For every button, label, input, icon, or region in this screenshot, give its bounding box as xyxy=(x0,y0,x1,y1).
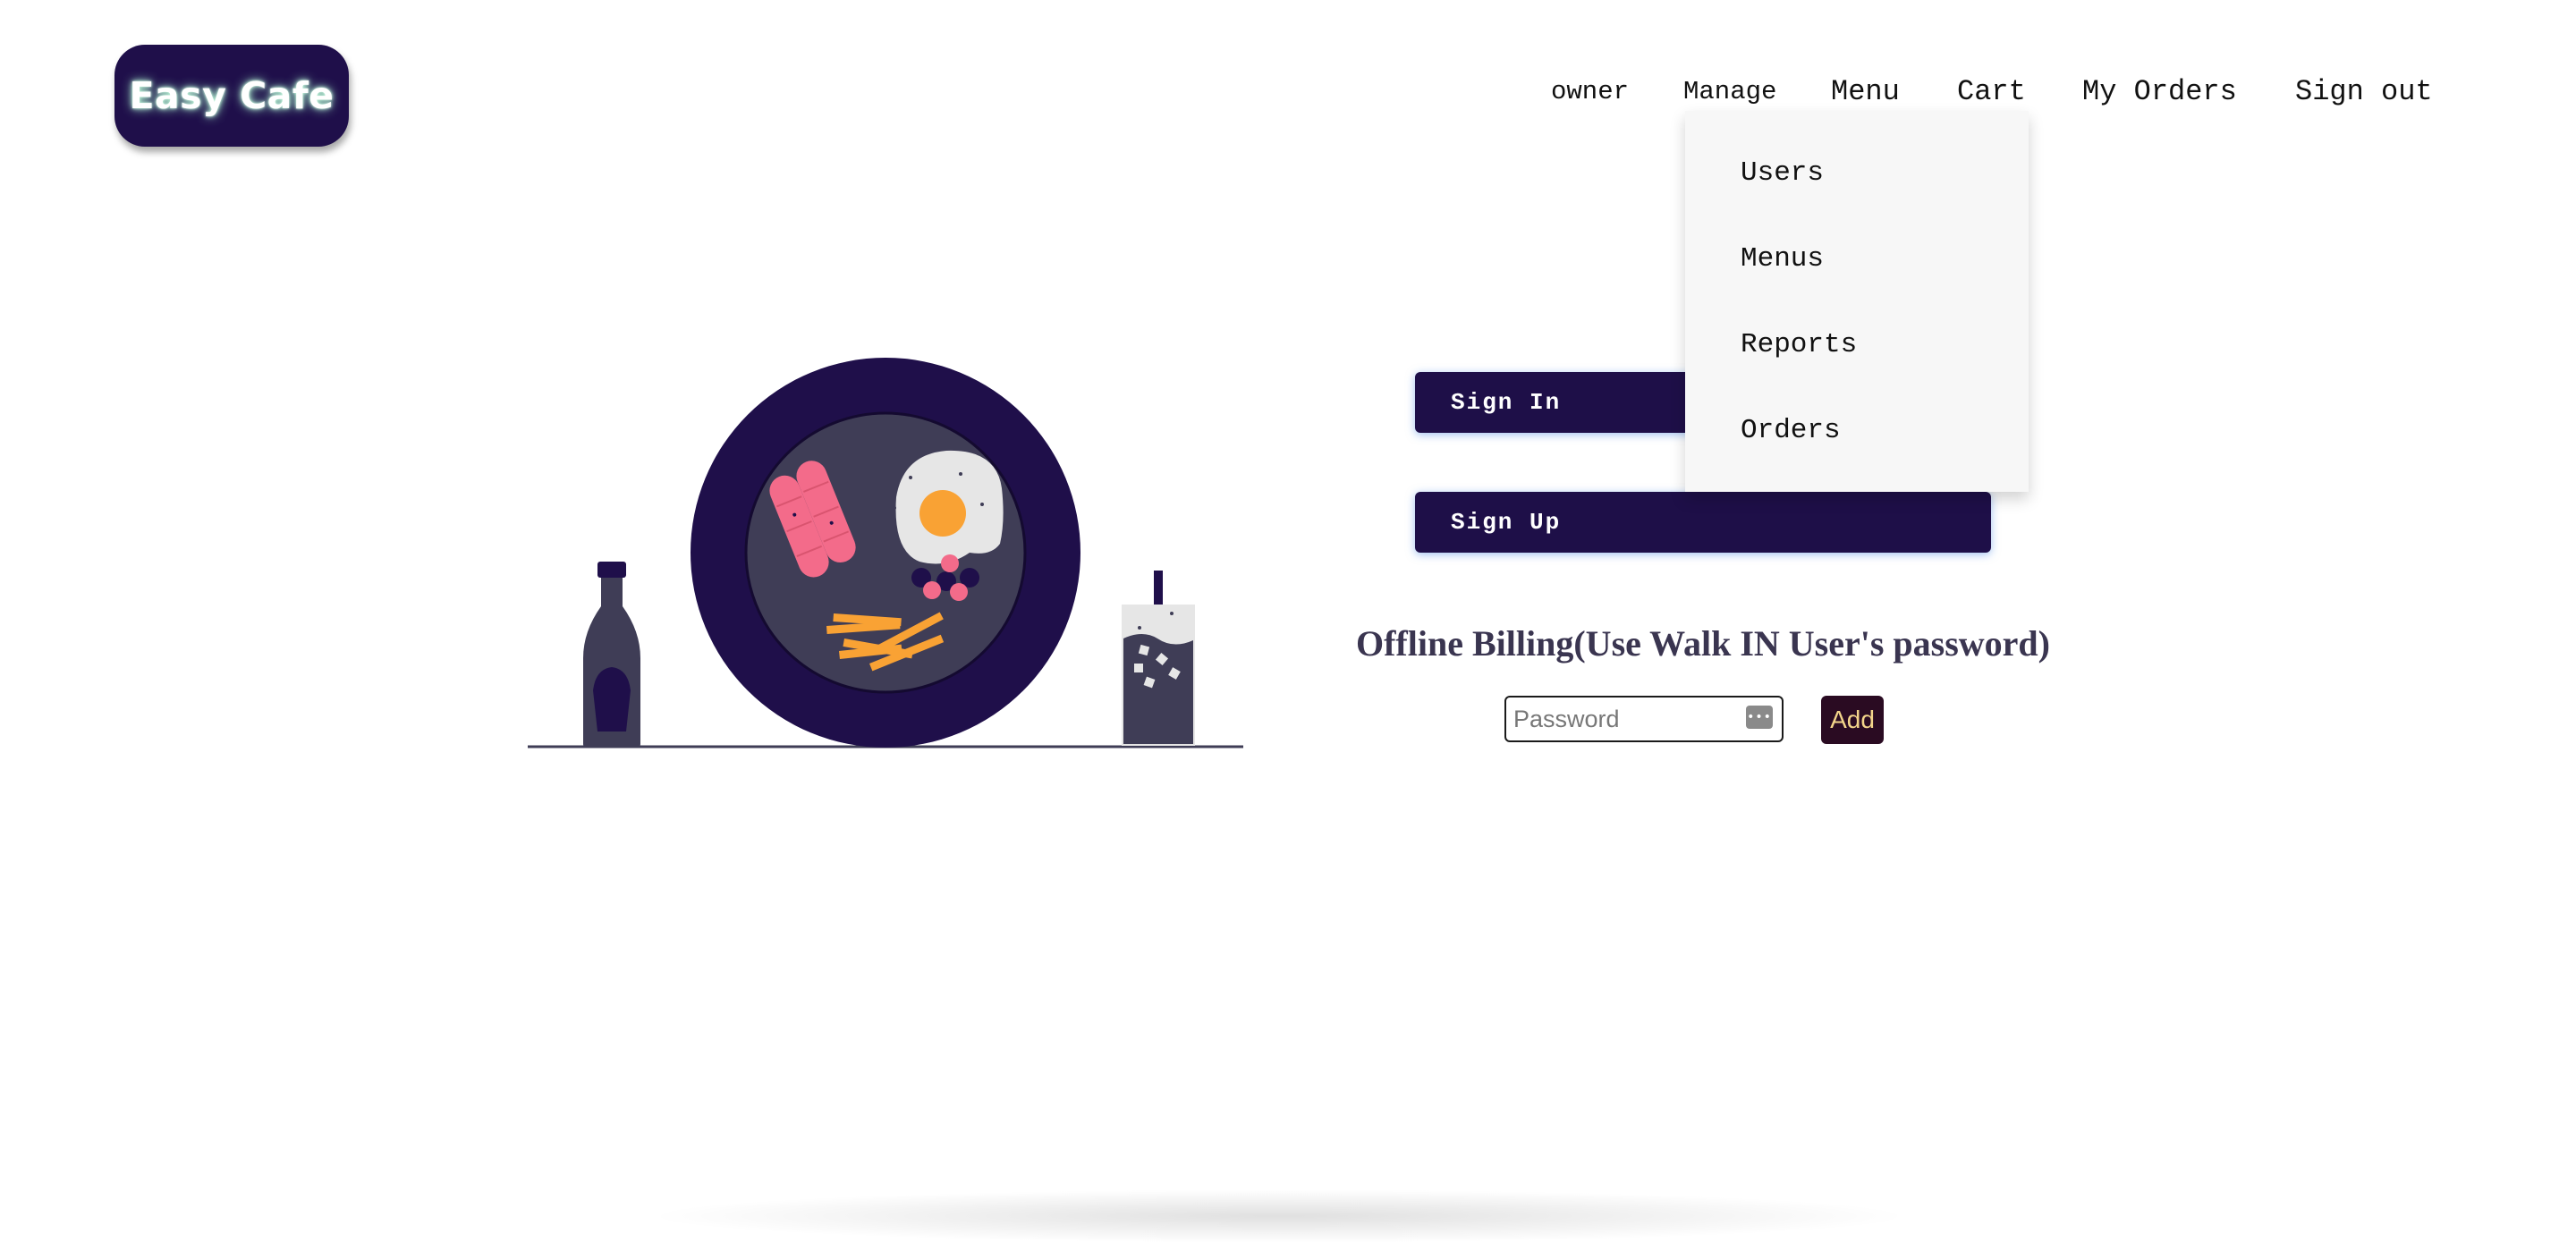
manage-dropdown-menu: Users Menus Reports Orders xyxy=(1685,111,2029,492)
password-input[interactable] xyxy=(1513,703,1737,735)
plate-icon xyxy=(691,358,1080,748)
nav-menu[interactable]: Menu xyxy=(1831,75,1900,108)
password-field-wrapper: ••• xyxy=(1504,696,1784,742)
nav-my-orders[interactable]: My Orders xyxy=(2082,75,2237,108)
nav-cart[interactable]: Cart xyxy=(1957,75,2026,108)
sign-up-button[interactable]: Sign Up xyxy=(1415,492,1991,553)
add-button[interactable]: Add xyxy=(1821,696,1884,744)
bottle-icon xyxy=(583,562,640,748)
nav-manage[interactable]: Manage xyxy=(1683,77,1776,106)
offline-billing-title: Offline Billing(Use Walk IN User's passw… xyxy=(1356,623,2050,664)
nav-owner[interactable]: owner xyxy=(1551,77,1629,106)
logo[interactable]: Easy Cafe xyxy=(114,45,349,147)
sign-up-label: Sign Up xyxy=(1451,509,1562,536)
key-icon[interactable]: ••• xyxy=(1746,706,1773,729)
breakfast-plate-illustration xyxy=(528,358,1243,748)
dropdown-item-reports[interactable]: Reports xyxy=(1741,329,1857,360)
logo-text: Easy Cafe xyxy=(129,74,335,117)
sign-in-label: Sign In xyxy=(1451,389,1562,416)
add-button-label: Add xyxy=(1830,706,1875,733)
dropdown-item-menus[interactable]: Menus xyxy=(1741,243,1824,275)
footer-shadow xyxy=(644,1189,1914,1243)
drink-glass-icon xyxy=(1122,571,1195,746)
dropdown-item-orders[interactable]: Orders xyxy=(1741,415,1841,446)
dropdown-item-users[interactable]: Users xyxy=(1741,157,1824,189)
nav-sign-out[interactable]: Sign out xyxy=(2295,75,2433,108)
